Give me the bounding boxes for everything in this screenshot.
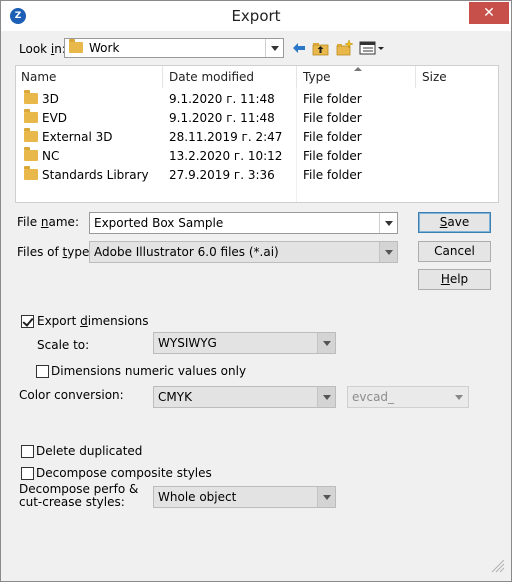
file-name-label: File name:	[17, 215, 79, 229]
folder-icon	[24, 109, 38, 123]
resize-grip-icon[interactable]	[489, 557, 505, 573]
cancel-button[interactable]: Cancel	[418, 241, 491, 262]
chevron-down-icon	[450, 387, 468, 407]
decompose-perfo-select[interactable]: Whole object	[153, 486, 336, 508]
file-name: Standards Library	[42, 168, 149, 182]
title-bar: Z Export ✕	[1, 1, 511, 31]
back-arrow-icon[interactable]	[291, 39, 307, 57]
file-type: File folder	[303, 92, 362, 106]
file-name: External 3D	[42, 130, 113, 144]
chevron-down-icon[interactable]	[317, 333, 335, 353]
file-type: File folder	[303, 168, 362, 182]
list-item[interactable]: Standards Library 27.9.2019 г. 3:36 File…	[16, 166, 498, 185]
scale-to-label: Scale to:	[37, 338, 90, 352]
column-header-date-modified[interactable]: Date modified	[164, 66, 297, 88]
color-conversion-select[interactable]: CMYK	[153, 386, 336, 408]
up-folder-icon[interactable]	[312, 39, 330, 57]
file-type: File folder	[303, 149, 362, 163]
file-list[interactable]: Name Date modified Type Size 3D 9.1.2020…	[15, 65, 499, 203]
file-name-field[interactable]: Exported Box Sample	[89, 212, 398, 234]
new-folder-icon[interactable]	[336, 39, 354, 57]
chevron-down-icon[interactable]	[379, 242, 397, 262]
file-type-label: Files of type:	[17, 245, 94, 259]
folder-icon	[24, 147, 38, 161]
list-item[interactable]: NC 13.2.2020 г. 10:12 File folder	[16, 147, 498, 166]
file-date: 28.11.2019 г. 2:47	[169, 130, 283, 144]
decompose-composite-checkbox[interactable]	[21, 467, 34, 480]
view-menu-icon[interactable]	[359, 39, 385, 57]
dimensions-numeric-label[interactable]: Dimensions numeric values only	[51, 364, 246, 378]
column-header-size[interactable]: Size	[417, 66, 498, 88]
file-type-select[interactable]: Adobe Illustrator 6.0 files (*.ai)	[89, 241, 398, 263]
chevron-down-icon[interactable]	[379, 213, 397, 233]
file-date: 13.2.2020 г. 10:12	[169, 149, 283, 163]
save-button[interactable]: Save	[418, 212, 491, 233]
color-profile-select: evcad_	[347, 386, 469, 408]
column-header-type[interactable]: Type	[298, 66, 416, 88]
chevron-down-icon[interactable]	[317, 387, 335, 407]
dimensions-numeric-checkbox[interactable]	[36, 365, 49, 378]
delete-duplicated-checkbox[interactable]	[21, 445, 34, 458]
chevron-down-icon[interactable]	[317, 487, 335, 507]
folder-icon	[24, 90, 38, 104]
decompose-perfo-value: Whole object	[158, 490, 237, 504]
folder-icon	[24, 166, 38, 180]
file-name: 3D	[42, 92, 59, 106]
scale-to-select[interactable]: WYSIWYG	[153, 332, 336, 354]
scale-to-value: WYSIWYG	[158, 336, 217, 350]
list-item[interactable]: 3D 9.1.2020 г. 11:48 File folder	[16, 90, 498, 109]
file-type-value: Adobe Illustrator 6.0 files (*.ai)	[94, 245, 279, 259]
file-date: 27.9.2019 г. 3:36	[169, 168, 275, 182]
dialog-title: Export	[231, 7, 281, 25]
color-conversion-value: CMYK	[158, 390, 192, 404]
file-date: 9.1.2020 г. 11:48	[169, 111, 275, 125]
column-header-name[interactable]: Name	[16, 66, 163, 88]
color-profile-value: evcad_	[352, 390, 395, 404]
export-dimensions-label[interactable]: Export dimensions	[37, 314, 149, 328]
file-name-value: Exported Box Sample	[94, 216, 224, 230]
file-type: File folder	[303, 130, 362, 144]
file-date: 9.1.2020 г. 11:48	[169, 92, 275, 106]
file-name: NC	[42, 149, 60, 163]
look-in-label: Look in:	[19, 42, 66, 56]
export-dimensions-checkbox[interactable]	[21, 315, 34, 328]
chevron-down-icon[interactable]	[265, 39, 283, 57]
close-button[interactable]: ✕	[469, 2, 509, 24]
look-in-value: Work	[89, 41, 120, 55]
decompose-composite-label[interactable]: Decompose composite styles	[36, 466, 212, 480]
decompose-perfo-label: Decompose perfo & cut-crease styles:	[19, 482, 139, 509]
help-button[interactable]: Help	[418, 269, 491, 290]
folder-icon	[69, 39, 83, 53]
file-name: EVD	[42, 111, 68, 125]
file-type: File folder	[303, 111, 362, 125]
list-item[interactable]: External 3D 28.11.2019 г. 2:47 File fold…	[16, 128, 498, 147]
color-conversion-label: Color conversion:	[19, 388, 124, 402]
list-item[interactable]: EVD 9.1.2020 г. 11:48 File folder	[16, 109, 498, 128]
delete-duplicated-label[interactable]: Delete duplicated	[36, 444, 142, 458]
export-dialog: Z Export ✕ Look in: Work Name Date modif…	[0, 0, 512, 582]
look-in-combo[interactable]: Work	[64, 38, 284, 58]
folder-icon	[24, 128, 38, 142]
